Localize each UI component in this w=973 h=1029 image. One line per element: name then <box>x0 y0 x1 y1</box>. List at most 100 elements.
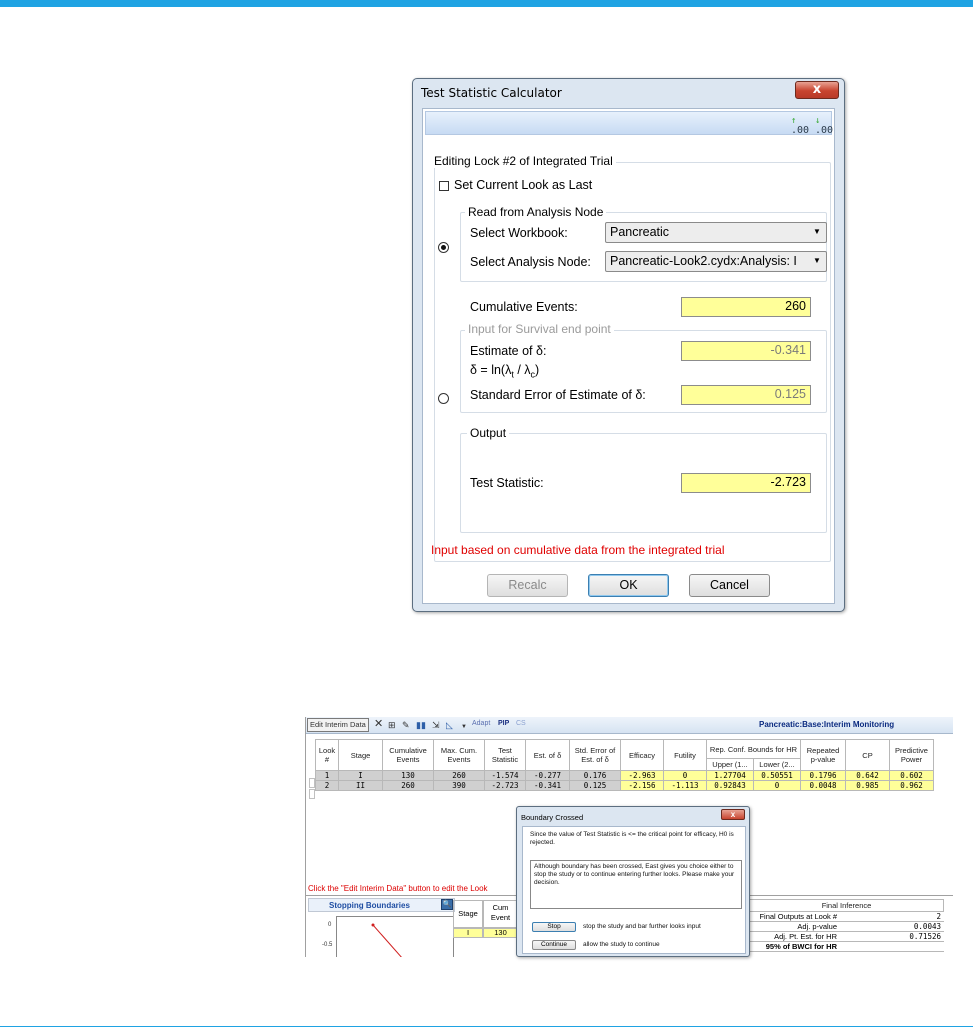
cell: 1 <box>315 770 339 781</box>
select-node-label: Select Analysis Node: <box>470 255 591 269</box>
boundary-dialog-title: Boundary Crossed <box>521 813 584 822</box>
cancel-button[interactable]: Cancel <box>689 574 770 597</box>
continue-button[interactable]: Continue <box>532 940 576 950</box>
chart-icon[interactable]: ▮▮ <box>416 719 426 731</box>
cell: -0.341 <box>525 780 570 791</box>
final-inference-label: Adj. p-value <box>797 922 837 931</box>
boundary-dialog-body: Since the value of Test Statistic is <= … <box>522 826 746 954</box>
radio-selected-dot <box>441 245 446 250</box>
cell: 260 <box>433 770 485 781</box>
cell: -2.723 <box>484 780 526 791</box>
chevron-down-icon: ▼ <box>810 252 824 270</box>
plot-icon[interactable]: ◺ <box>446 719 453 731</box>
ok-button[interactable]: OK <box>588 574 669 597</box>
edit-icon[interactable]: ✎ <box>402 719 410 731</box>
cum-cell: 130 <box>483 928 518 938</box>
stage-panel: Stage Cum Event I 130 <box>453 900 518 957</box>
final-inference-row: 95% of BWCI for HR <box>749 942 944 952</box>
page-top-bar <box>0 0 973 7</box>
cell: 0.176 <box>569 770 621 781</box>
stopping-boundaries-header: Stopping Boundaries <box>308 898 455 912</box>
cell: -2.963 <box>620 770 664 781</box>
delta-formula-mid: / λ <box>513 363 531 377</box>
table-row[interactable]: 2 II 260 390 -2.723 -0.341 0.125 -2.156 … <box>315 780 934 791</box>
cumulative-events-input[interactable]: 260 <box>681 297 811 317</box>
plot-tick: 0 <box>328 922 332 928</box>
adapt-link[interactable]: Adapt <box>472 720 490 727</box>
col-test-stat: Test Statistic <box>484 739 526 771</box>
increase-decimal-icon[interactable]: ↑ .00 <box>791 116 809 136</box>
final-inference-label: Final Outputs at Look # <box>759 912 837 921</box>
recalc-button[interactable]: Recalc <box>487 574 568 597</box>
close-button[interactable]: x <box>795 81 839 99</box>
col-efficacy: Efficacy <box>620 739 664 771</box>
col-pred-power: Predictive Power <box>889 739 934 771</box>
dialog-title: Test Statistic Calculator <box>421 86 562 100</box>
continue-description: allow the study to continue <box>583 941 660 948</box>
read-from-node-radio[interactable] <box>438 242 449 253</box>
set-current-look-checkbox[interactable] <box>439 181 449 191</box>
cum-event-header: Cum Event <box>483 900 518 928</box>
cell: 0.985 <box>845 780 890 791</box>
delta-formula-prefix: δ = ln(λ <box>470 363 512 377</box>
final-inference-row: Final Outputs at Look # 2 <box>749 912 944 922</box>
select-workbook-label: Select Workbook: <box>470 226 568 240</box>
final-inference-label: 95% of BWCI for HR <box>765 942 837 951</box>
std-error-input[interactable]: 0.125 <box>681 385 811 405</box>
stage-header: Stage <box>453 900 483 928</box>
boundary-crossed-dialog: Boundary Crossed x Since the value of Te… <box>516 806 750 957</box>
survival-input-group-label: Input for Survival end point <box>465 322 614 336</box>
set-current-look-label: Set Current Look as Last <box>454 178 593 192</box>
select-node-value: Pancreatic-Look2.cydx:Analysis: I <box>610 254 797 268</box>
read-from-node-group-label: Read from Analysis Node <box>465 205 607 219</box>
interim-table: Look # Stage Cumulative Events Max. Cum.… <box>315 739 934 791</box>
col-upper: Upper (1... <box>706 758 754 771</box>
click-edit-message: Click the "Edit Interim Data" button to … <box>308 884 488 893</box>
pip-link[interactable]: PIP <box>498 720 509 727</box>
select-workbook-dropdown[interactable]: Pancreatic ▼ <box>605 222 827 243</box>
select-node-dropdown[interactable]: Pancreatic-Look2.cydx:Analysis: I ▼ <box>605 251 827 272</box>
close-button[interactable]: x <box>721 809 745 820</box>
cell: 0.92843 <box>706 780 754 791</box>
stop-description: stop the study and bar further looks inp… <box>583 923 701 930</box>
final-inference-value: 0.71526 <box>909 932 941 941</box>
estimate-delta-input[interactable]: -0.341 <box>681 341 811 361</box>
cell: 2 <box>315 780 339 791</box>
export-icon[interactable]: ⇲ <box>432 719 440 731</box>
cell: 260 <box>382 780 434 791</box>
chevron-down-icon[interactable]: ▼ <box>461 721 467 733</box>
manual-input-radio[interactable] <box>438 393 449 404</box>
col-rep-pvalue: Repeated p-value <box>800 739 846 771</box>
magnify-icon[interactable]: 🔍 <box>441 899 453 910</box>
col-futility: Futility <box>663 739 707 771</box>
stop-button[interactable]: Stop <box>532 922 576 932</box>
cell: 0.642 <box>845 770 890 781</box>
cell: -1.574 <box>484 770 526 781</box>
boundary-message: Since the value of Test Statistic is <= … <box>530 831 734 846</box>
final-inference-row: Adj. Pt. Est. for HR 0.71526 <box>749 932 944 942</box>
final-inference-row: Adj. p-value 0.0043 <box>749 922 944 932</box>
cell: -1.113 <box>663 780 707 791</box>
std-error-label: Standard Error of Estimate of δ: <box>470 388 646 402</box>
cell: 1.27704 <box>706 770 754 781</box>
test-statistic-calculator-dialog: Test Statistic Calculator x ↑ .00 ↓ .00 Ed… <box>412 78 845 612</box>
cumulative-events-label: Cumulative Events: <box>470 300 578 314</box>
cumulative-data-note: Input based on cumulative data from the … <box>431 543 725 557</box>
col-rep-conf: Rep. Conf. Bounds for HR <box>706 739 801 759</box>
table-row[interactable]: 1 I 130 260 -1.574 -0.277 0.176 -2.963 0… <box>315 770 934 781</box>
delta-formula: δ = ln(λt / λc) <box>470 363 539 380</box>
compute-icon[interactable]: ⊞ <box>388 719 396 731</box>
cell: 0 <box>753 780 801 791</box>
cell: 390 <box>433 780 485 791</box>
test-statistic-label: Test Statistic: <box>470 476 544 490</box>
cs-link[interactable]: CS <box>516 720 526 727</box>
test-statistic-output: -2.723 <box>681 473 811 493</box>
delete-icon[interactable]: ✕ <box>374 718 383 730</box>
editing-group-label: Editing Lock #2 of Integrated Trial <box>431 154 616 168</box>
cell: -0.277 <box>525 770 570 781</box>
page-bottom-line <box>0 1026 973 1027</box>
stopping-boundaries-plot <box>336 916 454 957</box>
cell: 0.1796 <box>800 770 846 781</box>
decrease-decimal-icon[interactable]: ↓ .00 <box>815 116 833 136</box>
edit-interim-data-button[interactable]: Edit Interim Data <box>307 718 369 732</box>
